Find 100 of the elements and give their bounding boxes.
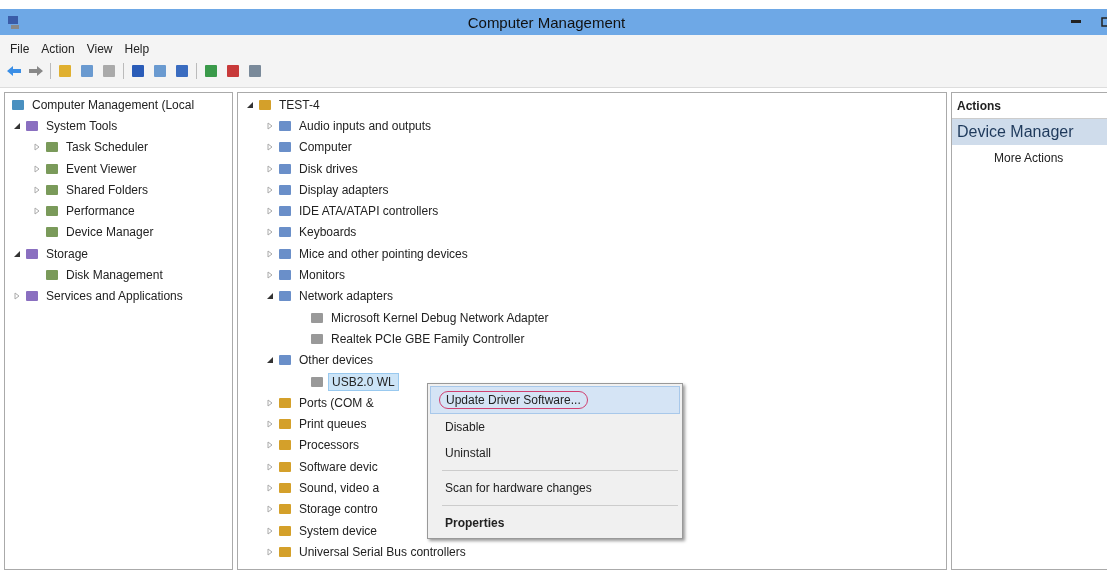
- expand-arrow-icon[interactable]: [266, 484, 274, 492]
- menu-item[interactable]: Uninstall: [430, 440, 680, 466]
- expand-arrow-icon[interactable]: [33, 164, 41, 173]
- collapse-arrow-icon[interactable]: [13, 249, 21, 258]
- device-icon: [278, 502, 292, 517]
- expand-arrow-icon[interactable]: [266, 547, 274, 556]
- expand-arrow-icon[interactable]: [33, 207, 41, 216]
- menu-item[interactable]: Scan for hardware changes: [430, 475, 680, 501]
- expand-arrow-icon[interactable]: [266, 441, 274, 450]
- tree-item[interactable]: Sound, video a: [296, 480, 383, 496]
- tree-item[interactable]: Print queues: [296, 416, 370, 433]
- minimize-icon[interactable]: [1071, 20, 1081, 24]
- tree-item[interactable]: Display adapters: [296, 181, 392, 198]
- tree-node-icon: [45, 182, 59, 197]
- device-icon: [310, 331, 324, 346]
- tree-item[interactable]: Device Manager: [63, 224, 157, 241]
- device-icon: [278, 140, 292, 155]
- tree-item[interactable]: Performance: [63, 203, 138, 220]
- device-icon: [278, 204, 292, 219]
- device-icon: [278, 246, 292, 261]
- expand-arrow-icon[interactable]: [266, 420, 274, 429]
- tree-node-icon: [25, 118, 39, 133]
- tree-item[interactable]: Universal Serial Bus controllers: [296, 543, 469, 560]
- tree-item[interactable]: Other devices: [296, 352, 377, 369]
- tree-item[interactable]: Computer: [296, 139, 355, 156]
- menu-item[interactable]: Help: [120, 42, 154, 56]
- menu-item[interactable]: Disable: [430, 414, 680, 440]
- device-icon: [278, 459, 292, 474]
- tree-item[interactable]: Realtek PCIe GBE Family Controller: [328, 330, 528, 347]
- menu-item[interactable]: File: [6, 42, 34, 56]
- tree-node-icon: [45, 268, 59, 282]
- expand-arrow-icon[interactable]: [33, 143, 41, 152]
- expand-arrow-icon[interactable]: [33, 185, 41, 194]
- section-header[interactable]: Device Manager: [952, 119, 1107, 145]
- device-icon: [278, 118, 292, 133]
- collapse-arrow-icon[interactable]: [266, 356, 274, 365]
- tree-item[interactable]: USB2.0 WL: [328, 372, 399, 391]
- expand-arrow-icon[interactable]: [266, 526, 274, 535]
- tree-item[interactable]: Disk drives: [296, 160, 361, 177]
- expand-arrow-icon[interactable]: [266, 271, 274, 279]
- tree-item[interactable]: Event Viewer: [63, 160, 140, 177]
- tree-item[interactable]: Storage: [43, 245, 92, 262]
- expand-arrow-icon[interactable]: [266, 121, 274, 130]
- expand-arrow-icon[interactable]: [266, 164, 274, 173]
- expand-arrow-icon[interactable]: [266, 185, 274, 194]
- device-icon: [278, 523, 292, 538]
- tree-item[interactable]: Ports (COM &: [296, 394, 377, 411]
- maximize-icon[interactable]: [1101, 17, 1107, 27]
- expand-arrow-icon[interactable]: [266, 228, 274, 237]
- device-icon: [258, 97, 272, 112]
- menu-item[interactable]: View: [82, 42, 117, 56]
- expand-arrow-icon[interactable]: [13, 292, 21, 301]
- device-icon: [278, 353, 292, 368]
- collapse-arrow-icon[interactable]: [266, 292, 274, 301]
- tree-item[interactable]: Audio inputs and outputs: [296, 117, 435, 134]
- tree-item[interactable]: Processors: [296, 437, 363, 454]
- device-icon: [278, 438, 292, 453]
- tree-item[interactable]: System Tools: [43, 117, 121, 134]
- device-icon: [278, 182, 292, 197]
- expand-arrow-icon[interactable]: [266, 505, 274, 514]
- device-icon: [278, 544, 292, 559]
- expand-arrow-icon[interactable]: [266, 249, 274, 258]
- action-link[interactable]: More Actions: [952, 145, 1107, 165]
- tree-item[interactable]: Storage contro: [296, 501, 381, 518]
- back-icon[interactable]: [6, 63, 22, 79]
- tree-node-icon: [45, 204, 59, 219]
- tree-node-icon: [45, 225, 59, 240]
- tree-item[interactable]: Shared Folders: [63, 181, 152, 198]
- tree-item[interactable]: Mice and other pointing devices: [296, 245, 471, 262]
- device-icon: [278, 289, 292, 304]
- tree-item[interactable]: IDE ATA/ATAPI controllers: [296, 203, 442, 220]
- tree-item[interactable]: System device: [296, 522, 381, 539]
- device-icon: [278, 395, 292, 410]
- collapse-arrow-icon[interactable]: [246, 100, 254, 109]
- tree-item[interactable]: Computer Management (Local: [29, 96, 198, 113]
- tree-item[interactable]: Keyboards: [296, 224, 360, 241]
- forward-icon[interactable]: [28, 63, 44, 79]
- tree-item[interactable]: Disk Management: [63, 267, 166, 283]
- expand-arrow-icon[interactable]: [266, 398, 274, 407]
- tree-item[interactable]: Services and Applications: [43, 288, 186, 305]
- device-icon: [278, 481, 292, 495]
- tree-item[interactable]: Microsoft Kernel Debug Network Adapter: [328, 309, 552, 326]
- menu-item[interactable]: Update Driver Software...: [430, 386, 680, 414]
- tree-item[interactable]: Monitors: [296, 267, 348, 283]
- expand-arrow-icon[interactable]: [266, 207, 274, 216]
- menu-item[interactable]: Action: [37, 42, 79, 56]
- computer-icon: [6, 14, 22, 30]
- expand-arrow-icon[interactable]: [266, 143, 274, 152]
- tree-item[interactable]: TEST-4: [276, 96, 323, 113]
- tree-item[interactable]: Network adapters: [296, 288, 397, 305]
- menu-item[interactable]: Properties: [430, 510, 680, 536]
- collapse-arrow-icon[interactable]: [13, 121, 21, 130]
- tree-node-icon: [11, 97, 25, 112]
- tree-node-icon: [45, 140, 59, 155]
- tree-item[interactable]: Task Scheduler: [63, 139, 152, 156]
- device-icon: [310, 310, 324, 325]
- tree-node-icon: [25, 246, 39, 261]
- expand-arrow-icon[interactable]: [266, 462, 274, 471]
- device-icon: [278, 268, 292, 282]
- tree-item[interactable]: Software devic: [296, 458, 381, 475]
